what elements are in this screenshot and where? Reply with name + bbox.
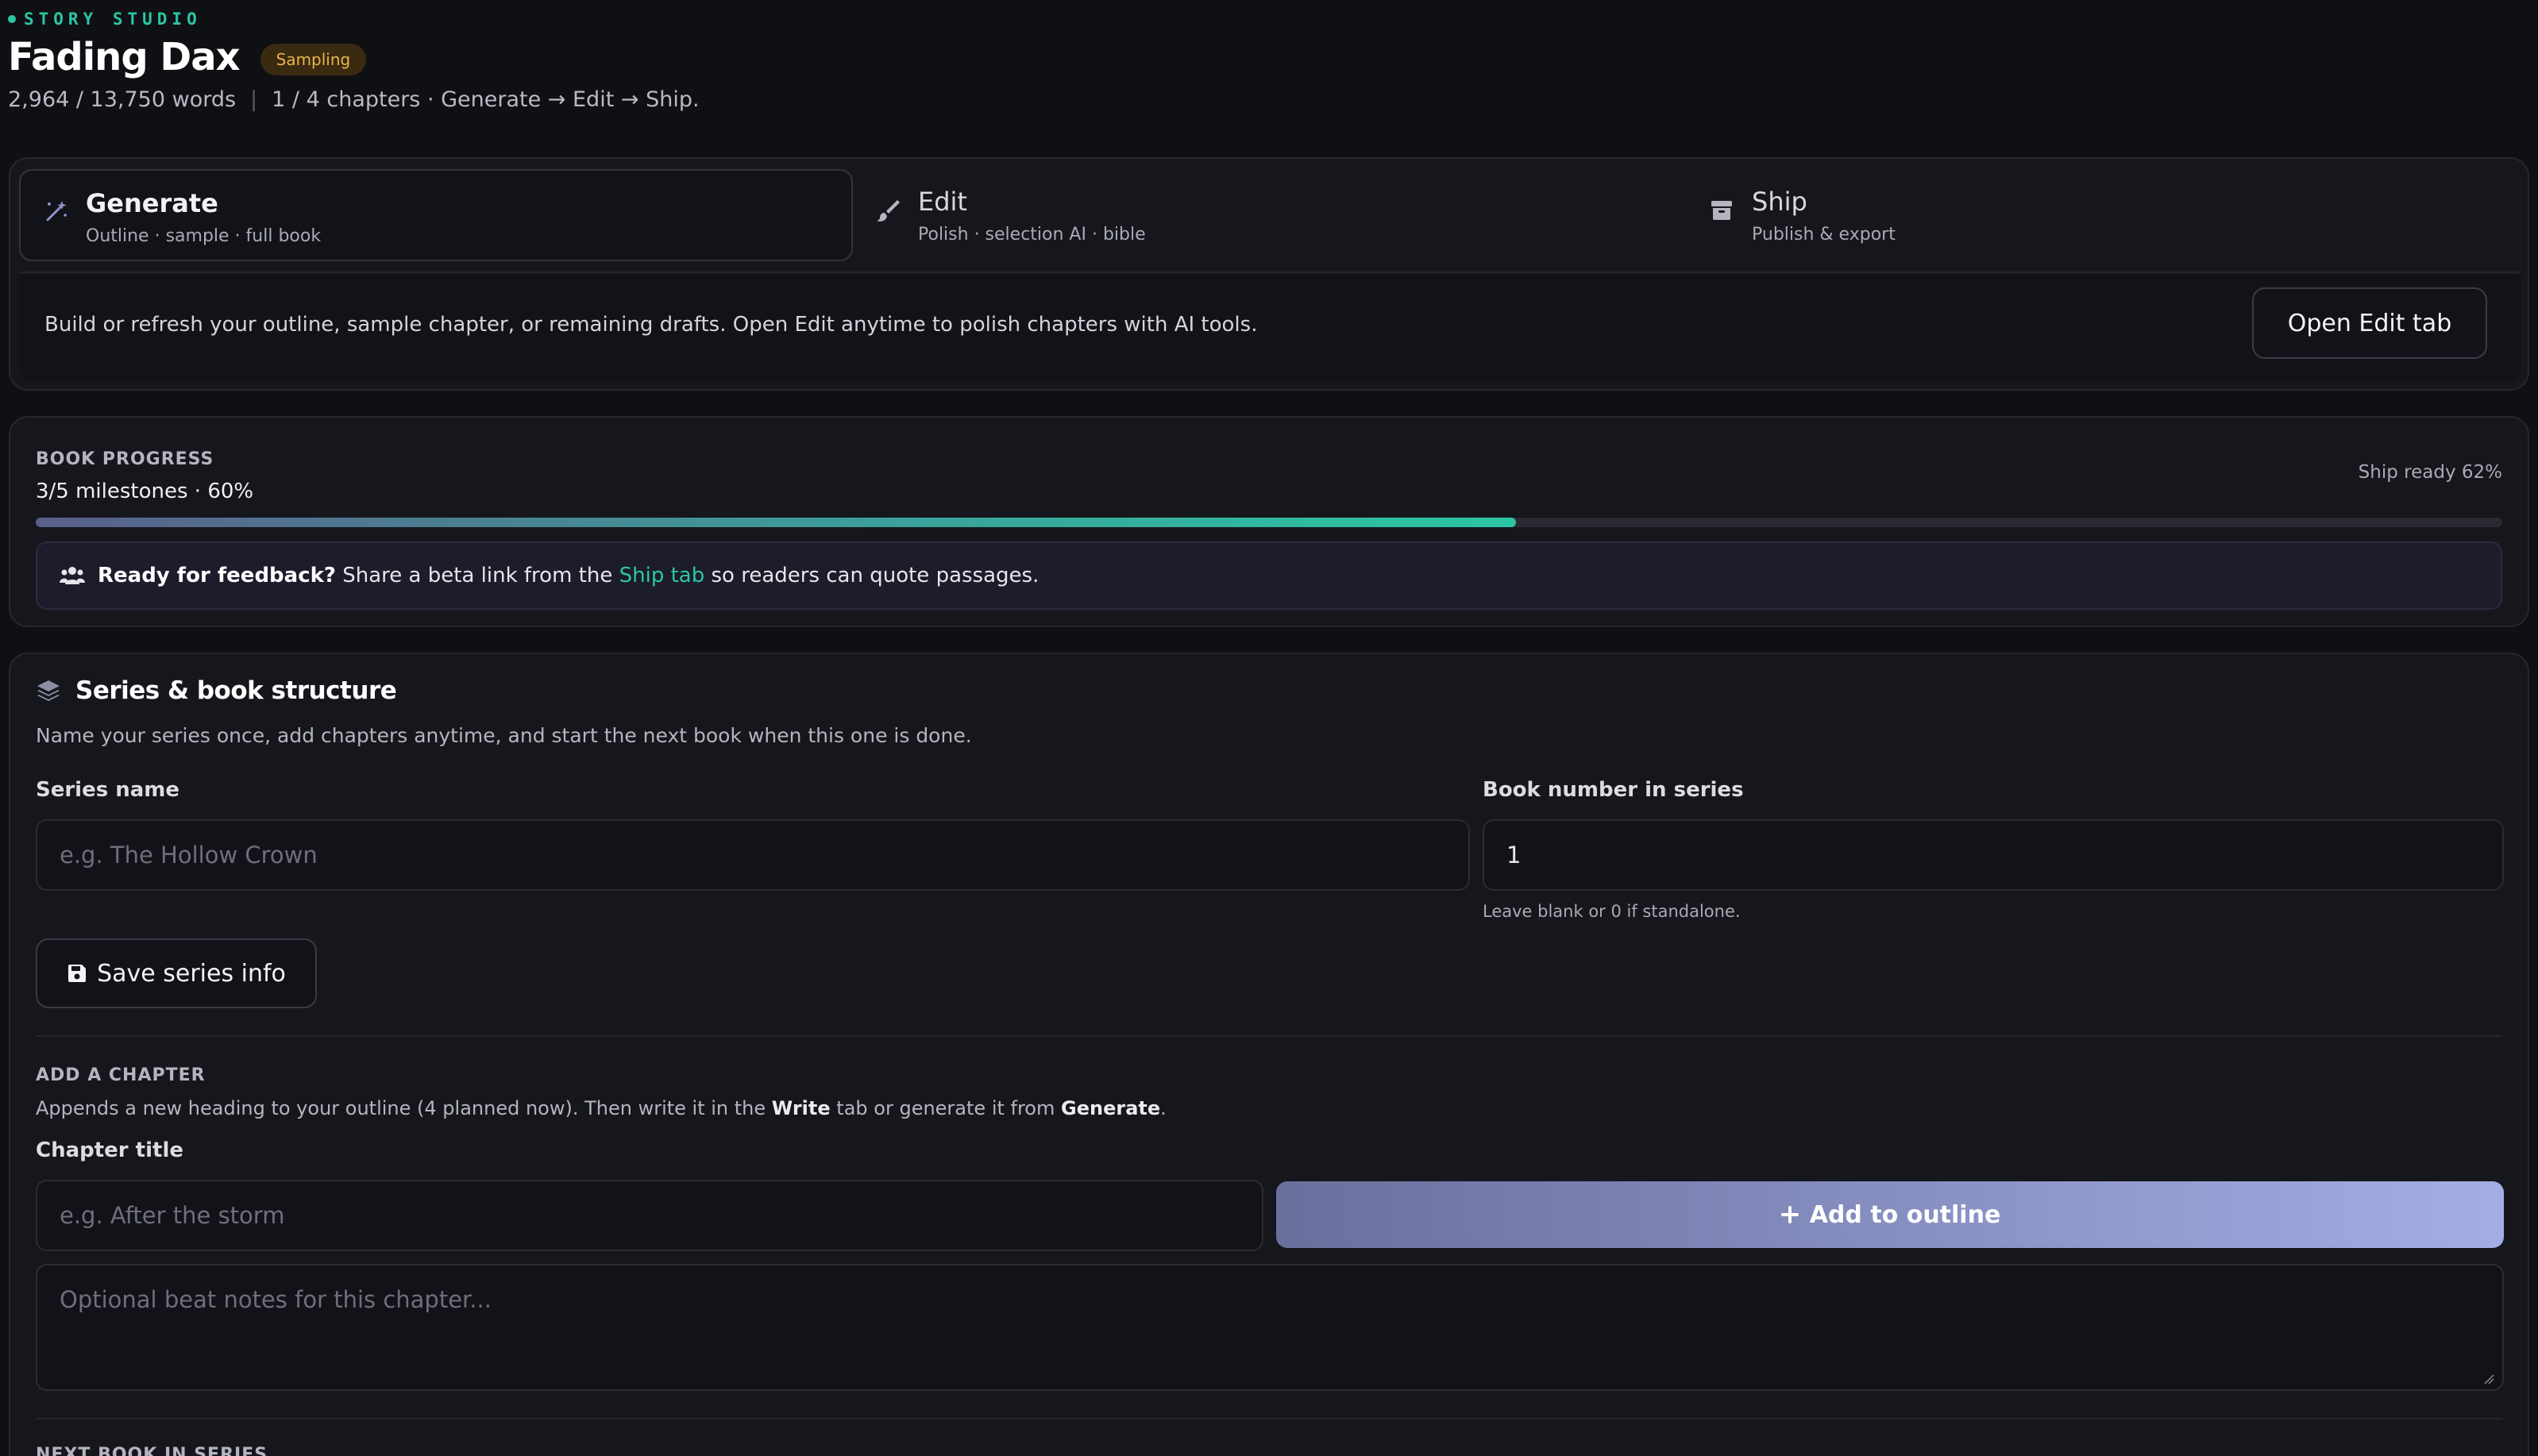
series-description: Name your series once, add chapters anyt… (36, 724, 972, 747)
tab-generate-subtitle: Outline · sample · full book (86, 226, 322, 246)
add-chapter-desc-mid: tab or generate it from (836, 1097, 1055, 1119)
stats-divider: | (250, 87, 258, 112)
series-name-label: Series name (36, 778, 180, 802)
tab-edit-text: Edit Polish · selection AI · bible (918, 187, 1146, 245)
brand-label: STORY STUDIO (24, 10, 202, 29)
add-to-outline-label: Add to outline (1809, 1200, 2001, 1229)
feedback-heading: Ready for feedback? (98, 564, 336, 587)
series-structure-card: Series & book structure Name your series… (9, 653, 2529, 1456)
progress-bar (36, 518, 2502, 527)
archive-box-icon (1711, 201, 1732, 220)
tab-edit-subtitle: Polish · selection AI · bible (918, 225, 1146, 245)
feedback-text: Ready for feedback? Share a beta link fr… (98, 564, 1039, 587)
brush-icon (877, 200, 900, 221)
users-icon (60, 567, 85, 584)
progress-label: BOOK PROGRESS (36, 449, 214, 469)
workflow-tabs: Generate Outline · sample · full book Ed… (19, 169, 2521, 282)
chapter-flow: 1 / 4 chapters · Generate → Edit → Ship. (272, 87, 700, 112)
book-stats: 2,964 / 13,750 words | 1 / 4 chapters · … (8, 87, 700, 112)
section-divider (36, 1035, 2502, 1037)
book-number-label: Book number in series (1483, 778, 1744, 802)
brand-dot-icon (8, 15, 16, 23)
tab-generate-title: Generate (86, 188, 218, 218)
series-title: Series & book structure (75, 676, 397, 705)
generate-tab-ref: Generate (1061, 1097, 1161, 1119)
series-name-input[interactable] (36, 819, 1470, 891)
next-book-label: NEXT BOOK IN SERIES (36, 1445, 268, 1456)
tab-generate-text: Generate Outline · sample · full book (86, 188, 321, 246)
open-edit-tab-button[interactable]: Open Edit tab (2252, 287, 2487, 359)
add-to-outline-button[interactable]: Add to outline (1276, 1181, 2504, 1248)
layers-icon (37, 680, 60, 701)
write-tab-ref: Write (771, 1097, 831, 1119)
word-count: 2,964 / 13,750 words (8, 87, 237, 112)
plus-icon (1780, 1206, 1799, 1223)
beat-notes-textarea[interactable] (36, 1264, 2504, 1391)
title-row: Fading Dax Sampling (8, 35, 367, 79)
feedback-pre: Share a beta link from the (342, 564, 613, 587)
tab-ship-text: Ship Publish & export (1752, 187, 1896, 245)
tab-edit[interactable]: Edit Polish · selection AI · bible (853, 169, 1687, 261)
brand: STORY STUDIO (8, 10, 202, 29)
section-divider-2 (36, 1418, 2502, 1419)
add-chapter-desc-end: . (1160, 1097, 1167, 1119)
feedback-banner: Ready for feedback? Share a beta link fr… (36, 541, 2502, 610)
floppy-disk-icon (68, 965, 87, 982)
save-series-button[interactable]: Save series info (36, 938, 317, 1008)
book-progress-card: BOOK PROGRESS 3/5 milestones · 60% Ship … (9, 416, 2529, 627)
tab-panel-generate: Build or refresh your outline, sample ch… (19, 275, 2521, 383)
save-series-label: Save series info (97, 959, 286, 988)
tab-edit-title: Edit (918, 187, 967, 217)
add-chapter-desc-pre: Appends a new heading to your outline (4… (36, 1097, 766, 1119)
ship-tab-link[interactable]: Ship tab (619, 564, 705, 587)
ship-ready-text: Ship ready 62% (2358, 462, 2502, 483)
resize-handle-icon[interactable] (2483, 1373, 2494, 1385)
progress-summary: 3/5 milestones · 60% (36, 480, 254, 503)
tab-panel-description: Build or refresh your outline, sample ch… (44, 313, 1258, 337)
beat-notes-wrapper (36, 1264, 2504, 1391)
magic-wand-icon (46, 201, 67, 221)
book-number-hint: Leave blank or 0 if standalone. (1483, 902, 1741, 921)
add-chapter-label: ADD A CHAPTER (36, 1065, 206, 1085)
tab-ship-subtitle: Publish & export (1752, 225, 1896, 245)
series-header: Series & book structure (36, 676, 397, 705)
status-badge: Sampling (260, 44, 367, 75)
chapter-title-input[interactable] (36, 1180, 1263, 1251)
page-title: Fading Dax (8, 35, 241, 79)
tab-generate[interactable]: Generate Outline · sample · full book (19, 169, 853, 261)
add-chapter-description: Appends a new heading to your outline (4… (36, 1097, 1167, 1119)
chapter-title-label: Chapter title (36, 1138, 183, 1162)
progress-bar-fill (36, 518, 1516, 527)
feedback-post: so readers can quote passages. (711, 564, 1040, 587)
tabs-divider (19, 272, 2519, 273)
tab-ship-title: Ship (1752, 187, 1807, 217)
tab-ship[interactable]: Ship Publish & export (1687, 169, 2521, 261)
workflow-tabs-card: Generate Outline · sample · full book Ed… (9, 157, 2529, 391)
book-number-input[interactable] (1483, 819, 2504, 891)
